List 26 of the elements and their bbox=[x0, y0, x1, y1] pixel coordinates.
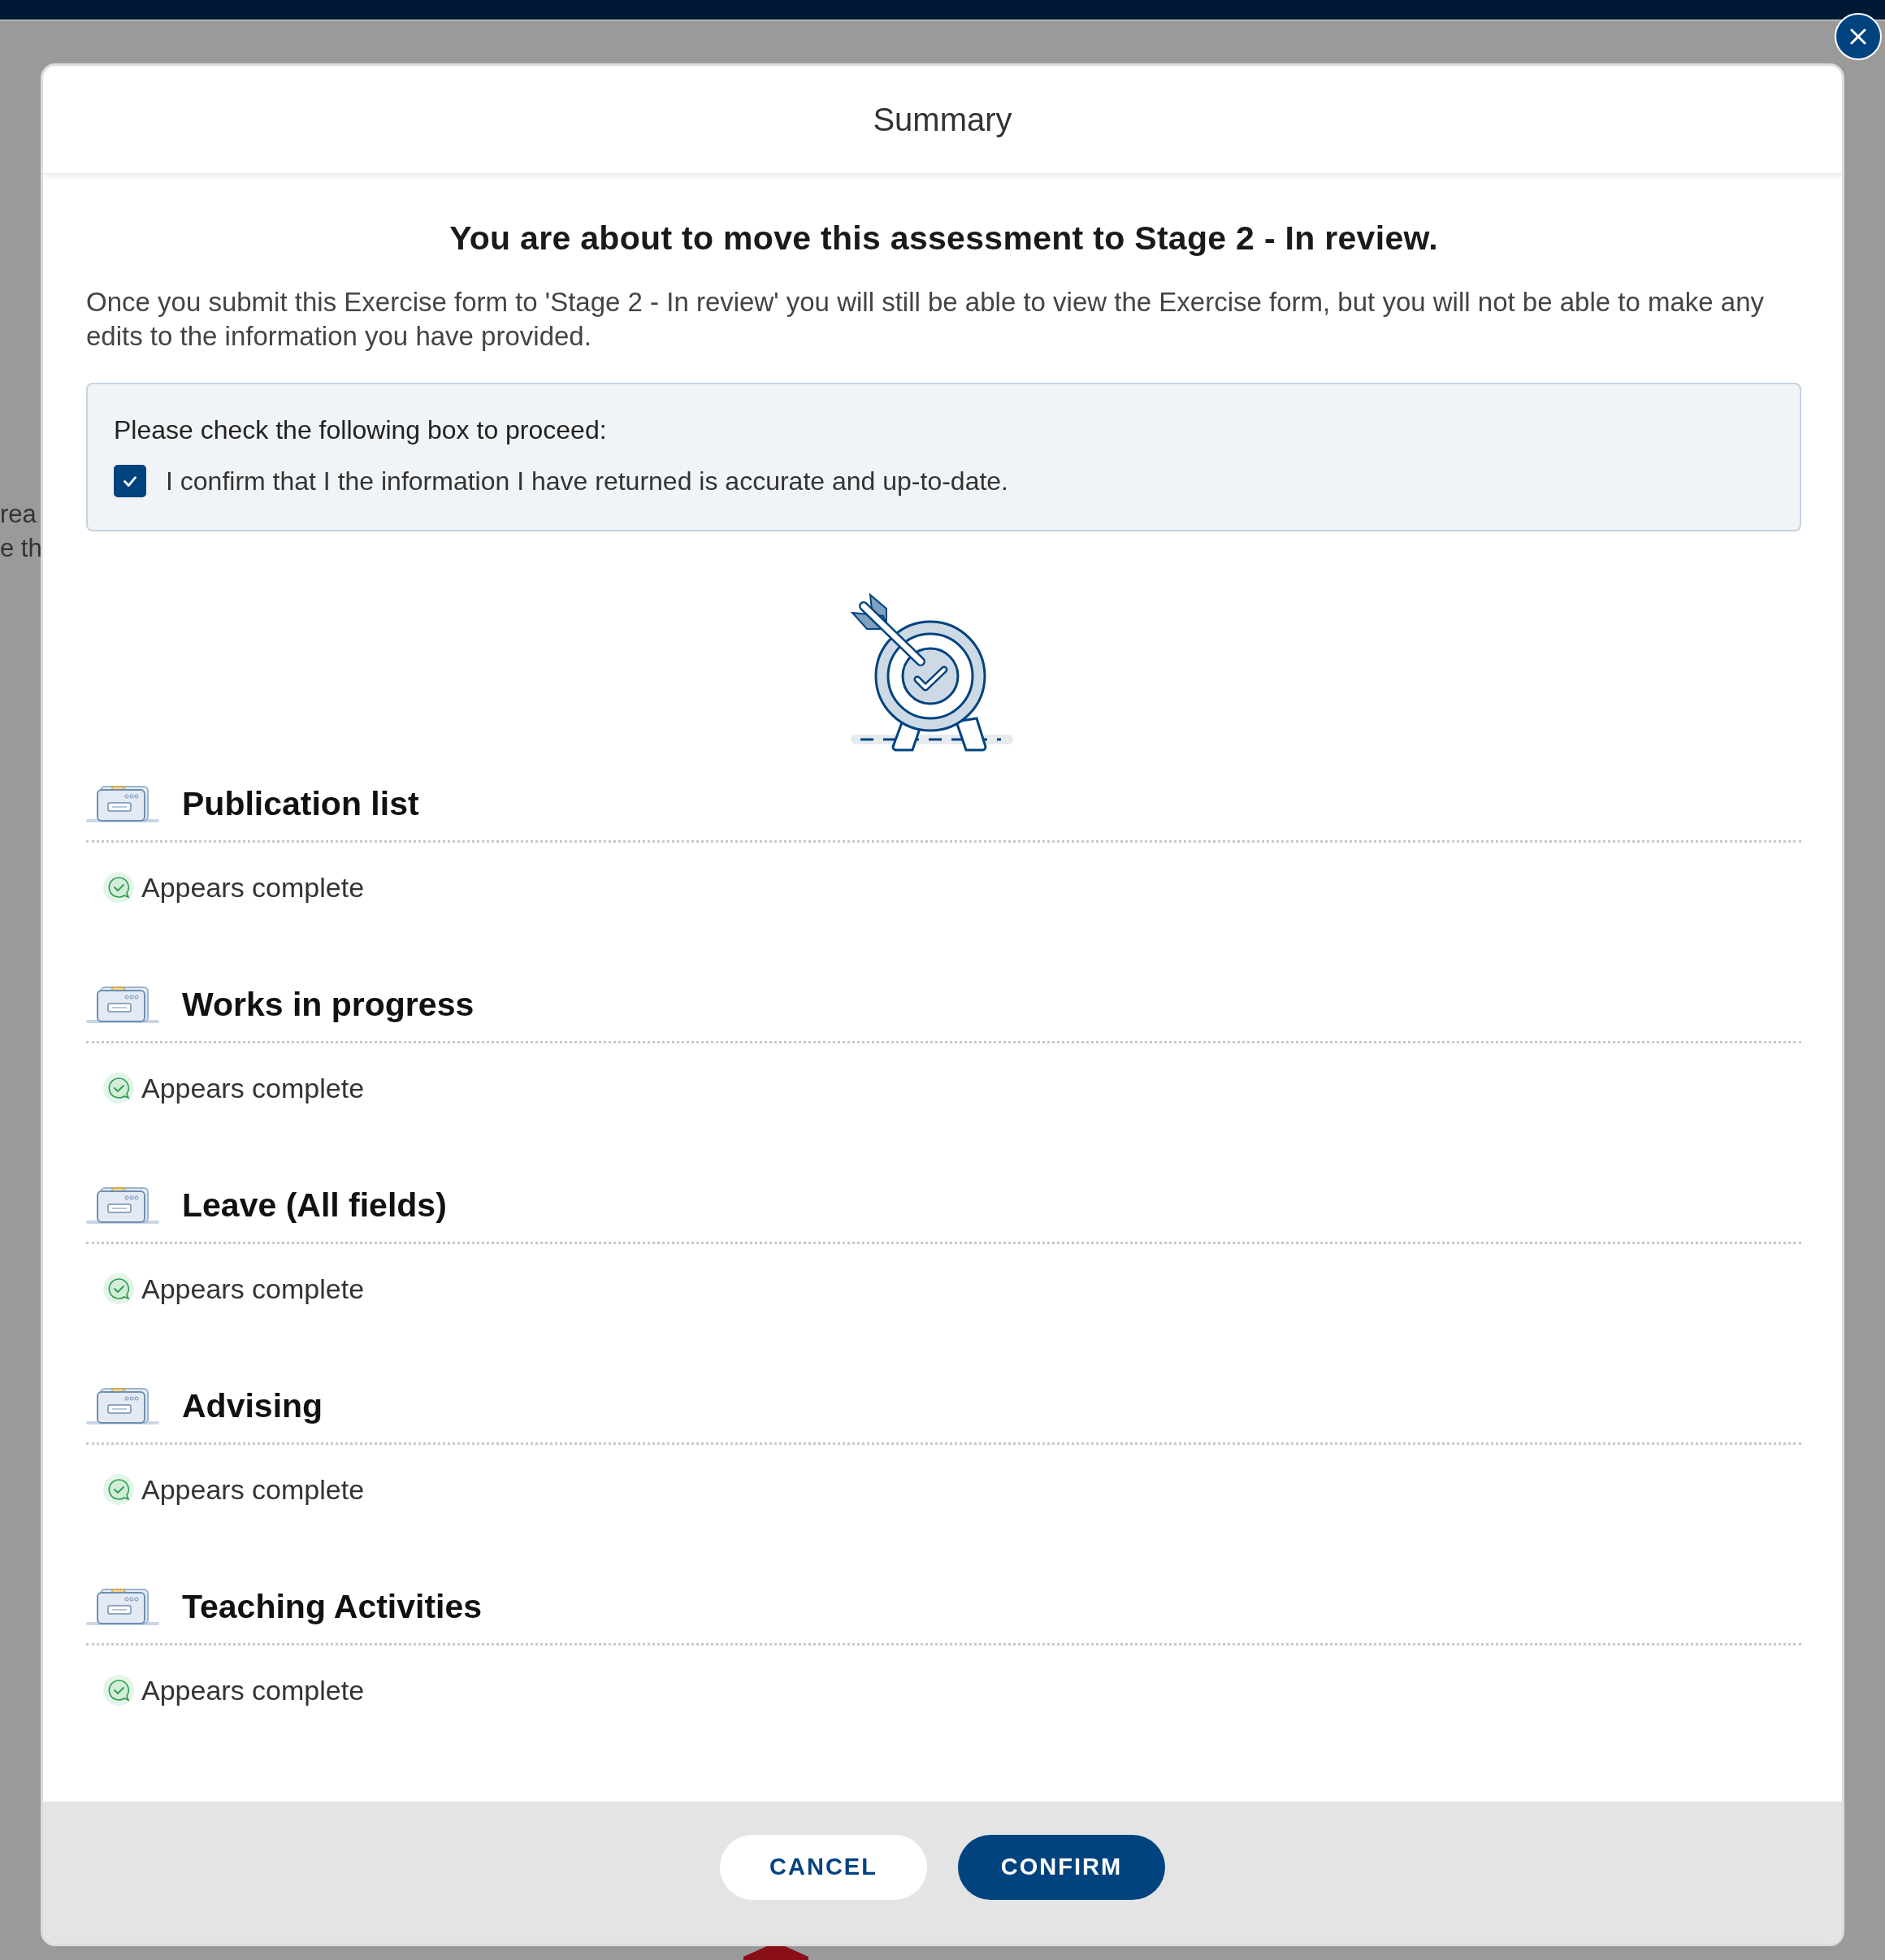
checkbox[interactable] bbox=[114, 465, 146, 497]
dialog-heading: You are about to move this assessment to Stage 2 - In review. bbox=[448, 219, 1439, 258]
dialog-message: Once you submit this Exercise form to 'Stage 2 - In review' you will still be able to view the Exercise form, but you will not be able to make any edits to the information you have provided. bbox=[86, 286, 1765, 353]
section-title: Leave (All fields) bbox=[182, 1186, 447, 1225]
status-text: Appears complete bbox=[141, 1072, 365, 1104]
section-title: Advising bbox=[182, 1386, 323, 1425]
section-title: Publication list bbox=[182, 784, 419, 823]
folder-icon bbox=[86, 1586, 159, 1627]
close-button[interactable] bbox=[1832, 11, 1884, 63]
prompt-text: Please check the following box to proceed: bbox=[114, 415, 608, 445]
folder-icon bbox=[86, 783, 159, 824]
status-text: Appears complete bbox=[141, 1273, 365, 1305]
background-text: rea bbox=[0, 499, 37, 530]
section-title: Teaching Activities bbox=[182, 1587, 483, 1626]
checkbox-label: I confirm that I the information I have returned is accurate and up-to-date. bbox=[166, 466, 1008, 497]
folder-icon bbox=[86, 1185, 159, 1225]
dialog-title: Summary bbox=[873, 101, 1012, 138]
background-text: e th bbox=[0, 533, 42, 564]
cancel-button[interactable]: CANCEL bbox=[720, 1834, 927, 1900]
folder-icon bbox=[86, 1385, 159, 1426]
status-text: Appears complete bbox=[141, 1473, 365, 1506]
status-text: Appears complete bbox=[141, 1674, 365, 1706]
confirm-button[interactable]: CONFIRM bbox=[958, 1834, 1165, 1900]
section-title: Works in progress bbox=[182, 985, 474, 1024]
folder-icon bbox=[86, 984, 159, 1025]
status-text: Appears complete bbox=[141, 871, 365, 904]
